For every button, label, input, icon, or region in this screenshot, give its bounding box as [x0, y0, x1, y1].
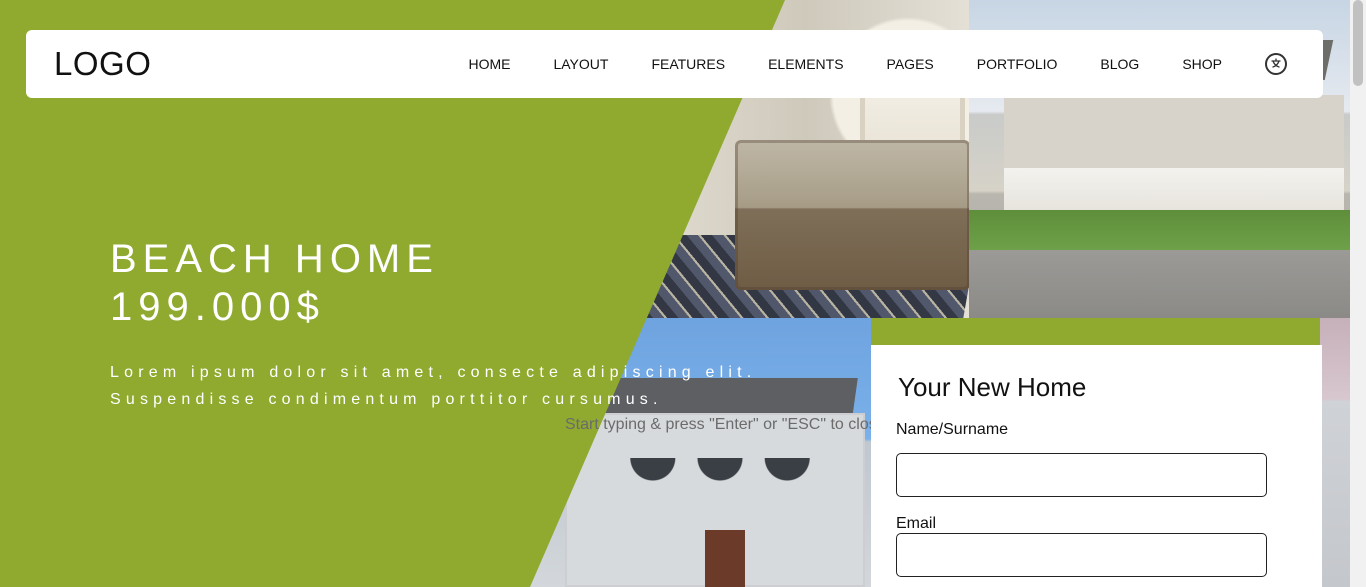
main-navigation: HOME LAYOUT FEATURES ELEMENTS PAGES PORT… [468, 30, 1287, 98]
email-input[interactable] [896, 533, 1267, 577]
new-home-form: Your New Home Name/Surname Email [871, 345, 1322, 587]
nav-elements[interactable]: ELEMENTS [768, 56, 843, 72]
house-road-shape [969, 250, 1350, 318]
hero-description-line-2: Suspendisse condimentum porttitor cursum… [110, 391, 663, 408]
nav-portfolio[interactable]: PORTFOLIO [977, 56, 1058, 72]
nav-blog[interactable]: BLOG [1100, 56, 1139, 72]
site-header: LOGO HOME LAYOUT FEATURES ELEMENTS PAGES… [26, 30, 1323, 98]
hero-description-line-1: Lorem ipsum dolor sit amet, consecte adi… [110, 364, 757, 381]
nav-pages[interactable]: PAGES [887, 56, 934, 72]
house-porch-shape [1004, 168, 1344, 214]
house-lawn-shape [969, 210, 1350, 254]
interior-photo-strip [1320, 318, 1350, 587]
nav-layout[interactable]: LAYOUT [553, 56, 608, 72]
mansion-door-shape [705, 530, 745, 587]
translate-glyph-icon [1271, 58, 1281, 68]
name-surname-label: Name/Surname [896, 421, 1009, 438]
form-title: Your New Home [898, 372, 1087, 402]
hero-title-line-1: BEACH HOME [110, 237, 439, 281]
email-label: Email [896, 515, 937, 532]
hero-description: Lorem ipsum dolor sit amet, consecte adi… [110, 359, 890, 413]
bedroom-bed-shape [735, 140, 969, 290]
mansion-arches-shape [615, 458, 825, 528]
nav-shop[interactable]: SHOP [1182, 56, 1222, 72]
hero-title-line-2: 199.000$ [110, 285, 325, 329]
nav-features[interactable]: FEATURES [651, 56, 725, 72]
translate-icon[interactable] [1265, 53, 1287, 75]
hero-title: BEACH HOME 199.000$ [110, 235, 439, 331]
scrollbar-thumb[interactable] [1353, 0, 1363, 86]
name-surname-input[interactable] [896, 453, 1267, 497]
vertical-scrollbar[interactable] [1350, 0, 1366, 587]
nav-home[interactable]: HOME [468, 56, 510, 72]
site-logo[interactable]: LOGO [54, 45, 151, 83]
search-hint: Start typing & press "Enter" or "ESC" to… [565, 416, 886, 433]
